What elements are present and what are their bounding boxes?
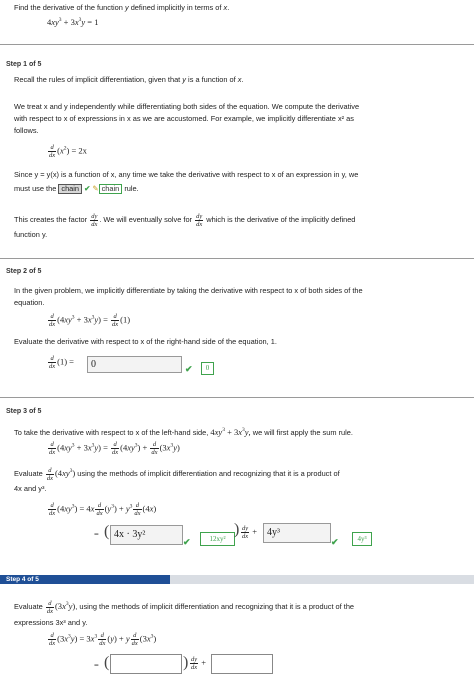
step4-product: d dx (3x3y) = 3x3 d dx (y) + y d dx (3x3): [48, 632, 157, 647]
step3-label: Step 3 of 5: [6, 408, 42, 415]
step3-answer2: 4y³: [352, 532, 372, 546]
dydx-factor: dy dx +: [190, 656, 207, 671]
check-icon: ✔: [185, 364, 193, 374]
step2-para: In the given problem, we implicitly diff…: [14, 286, 363, 307]
step3-intro: To take the derivative with respect to x…: [14, 427, 353, 437]
step2-eval: Evaluate the derivative with respect to …: [14, 337, 277, 346]
step4-label: Step 4 of 5: [0, 575, 170, 584]
step1-since: Since y = y(x) is a function of x, any t…: [14, 170, 359, 194]
close-paren: ): [183, 654, 189, 671]
check-icon: ✔: [183, 537, 191, 547]
equals-sign: =: [94, 660, 99, 670]
step4-eval: Evaluate d dx (3x3y), using the methods of…: [14, 599, 355, 627]
step2-answer: 0: [201, 362, 214, 375]
problem-prompt: Find the derivative of the function y de…: [14, 3, 230, 12]
step3-product: d dx (4xy3) = 4x d dx (y3) + y3 d dx (4x): [48, 502, 157, 517]
step1-label: Step 1 of 5: [6, 61, 42, 68]
check-icon: ✔: [331, 537, 339, 547]
step1-factor: This creates the factor dy dx. We will ev…: [14, 212, 356, 239]
open-paren: (: [104, 654, 110, 671]
equals-sign: =: [94, 529, 99, 539]
chain-answer: chain: [98, 184, 123, 194]
step1-example: d dx (x2) = 2x: [48, 144, 87, 159]
chain-input[interactable]: chain: [58, 184, 83, 194]
step2-equation: d dx (4xy3 + 3x3y) = d dx (1): [48, 313, 131, 328]
step4-input1[interactable]: [110, 654, 182, 674]
step2-input[interactable]: 0: [87, 356, 182, 373]
step3-input2[interactable]: 4y³: [263, 523, 331, 543]
step4-bar: Step 4 of 5: [0, 575, 474, 584]
check-icon: ✔: [84, 184, 91, 193]
dydx-factor: dy dx +: [241, 525, 258, 540]
step2-lhs: d dx (1) =: [48, 355, 74, 370]
open-paren: (: [104, 523, 110, 540]
step2-label: Step 2 of 5: [6, 268, 42, 275]
step1-recall: Recall the rules of implicit differentia…: [14, 75, 244, 84]
problem-equation: 4xy3 + 3x3y = 1: [47, 17, 99, 27]
step3-eval: Evaluate d dx (4xy3) using the methods of …: [14, 466, 340, 493]
step3-input1[interactable]: 4x · 3y²: [110, 525, 183, 545]
step1-para: We treat x and y independently while dif…: [14, 102, 360, 135]
step3-sum-rule: d dx (4xy3 + 3x3y) = d dx (4xy3) + d dx (3x3y): [48, 441, 180, 456]
step4-input2[interactable]: [211, 654, 273, 674]
step3-answer1: 12xy²: [200, 532, 235, 546]
close-paren: ): [234, 521, 240, 538]
